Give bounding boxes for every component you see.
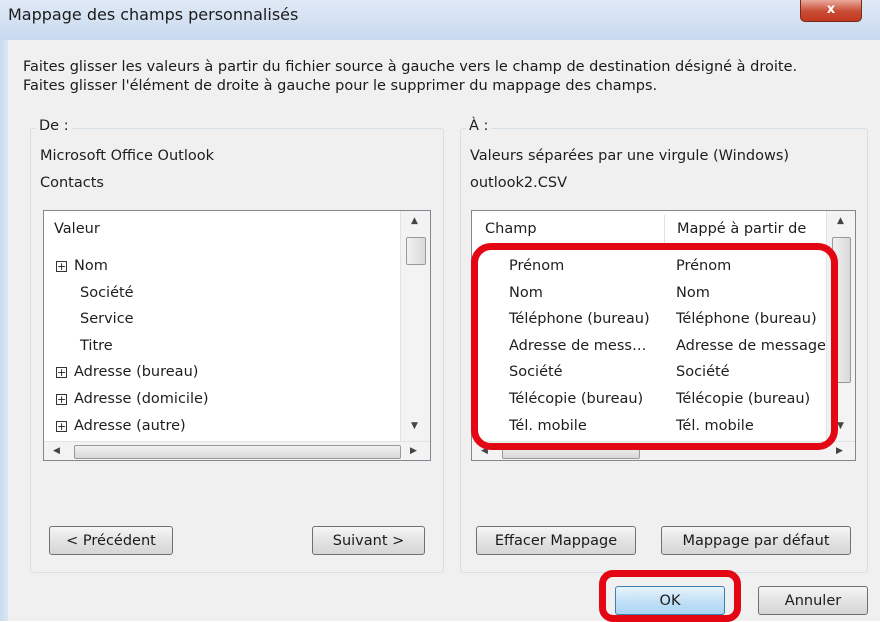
cancel-button[interactable]: Annuler [758, 586, 868, 615]
scroll-down-icon[interactable]: ▼ [411, 421, 418, 431]
horizontal-scroll-thumb[interactable] [74, 445, 401, 459]
list-item-label: Adresse (domicile) [74, 391, 209, 407]
list-item-label: Adresse (bureau) [74, 364, 199, 381]
list-item-label: Adresse (autre) [74, 417, 186, 434]
expand-icon[interactable]: + [56, 420, 67, 432]
list-item[interactable]: + Nom [44, 256, 399, 280]
source-folder: Contacts [40, 175, 104, 191]
column-header-mapped[interactable]: Mappé à partir de [677, 221, 806, 237]
previous-button[interactable]: < Précédent [49, 526, 173, 555]
scroll-right-icon[interactable]: ▶ [836, 446, 843, 456]
next-button[interactable]: Suivant > [312, 526, 425, 555]
list-item-label: Société [80, 284, 134, 301]
expand-icon[interactable]: + [56, 367, 67, 379]
list-item-label: Titre [80, 337, 113, 354]
list-item-label: Nom [74, 258, 108, 274]
window-border [0, 40, 8, 621]
column-separator[interactable] [664, 215, 665, 243]
instructions: Faites glisser les valeurs à partir du f… [23, 58, 797, 96]
vertical-scrollbar[interactable]: ▲ ▼ [400, 211, 430, 441]
horizontal-scrollbar[interactable]: ◀ ▶ [44, 441, 430, 460]
list-item-label: Service [80, 311, 134, 328]
close-button[interactable]: x [800, 0, 862, 22]
list-item[interactable]: + Adresse (domicile) [44, 389, 399, 413]
list-item[interactable]: Société [44, 283, 399, 307]
column-header-value[interactable]: Valeur [54, 221, 100, 237]
clear-mapping-button[interactable]: Effacer Mappage [476, 526, 636, 555]
instruction-line-1: Faites glisser les valeurs à partir du f… [23, 59, 798, 75]
list-item[interactable]: + Adresse (autre) [44, 416, 399, 440]
scroll-left-icon[interactable]: ◀ [53, 446, 60, 456]
default-mapping-button[interactable]: Mappage par défaut [661, 526, 851, 555]
highlight-ok-button [599, 570, 741, 622]
scroll-right-icon[interactable]: ▶ [410, 446, 417, 456]
from-label: De : [36, 118, 72, 134]
target-file: outlook2.CSV [470, 175, 567, 191]
scroll-down-icon[interactable]: ▼ [837, 421, 844, 431]
source-app: Microsoft Office Outlook [40, 148, 214, 164]
list-item[interactable]: + Adresse (bureau) [44, 362, 399, 386]
title-bar: Mappage des champs personnalisés x [0, 0, 880, 40]
instruction-line-2: Faites glisser l'élément de droite à gau… [23, 78, 658, 94]
column-header-field[interactable]: Champ [485, 221, 537, 237]
list-item[interactable]: Service [44, 309, 399, 333]
expand-icon[interactable]: + [56, 261, 67, 272]
highlight-mapping-rows [471, 243, 838, 450]
to-label: À : [466, 118, 492, 134]
list-item[interactable]: Titre [44, 336, 399, 360]
source-field-list[interactable]: Valeur + Nom Société Service Titre + Adresse (… [43, 210, 431, 461]
scroll-up-icon[interactable]: ▲ [837, 216, 844, 226]
scroll-thumb[interactable] [406, 237, 426, 265]
target-format: Valeurs séparées par une virgule (Window… [470, 148, 790, 164]
scroll-up-icon[interactable]: ▲ [411, 216, 418, 226]
dialog-window: Mappage des champs personnalisés x Faite… [0, 0, 880, 622]
window-title: Mappage des champs personnalisés [8, 5, 299, 24]
expand-icon[interactable]: + [56, 394, 67, 405]
